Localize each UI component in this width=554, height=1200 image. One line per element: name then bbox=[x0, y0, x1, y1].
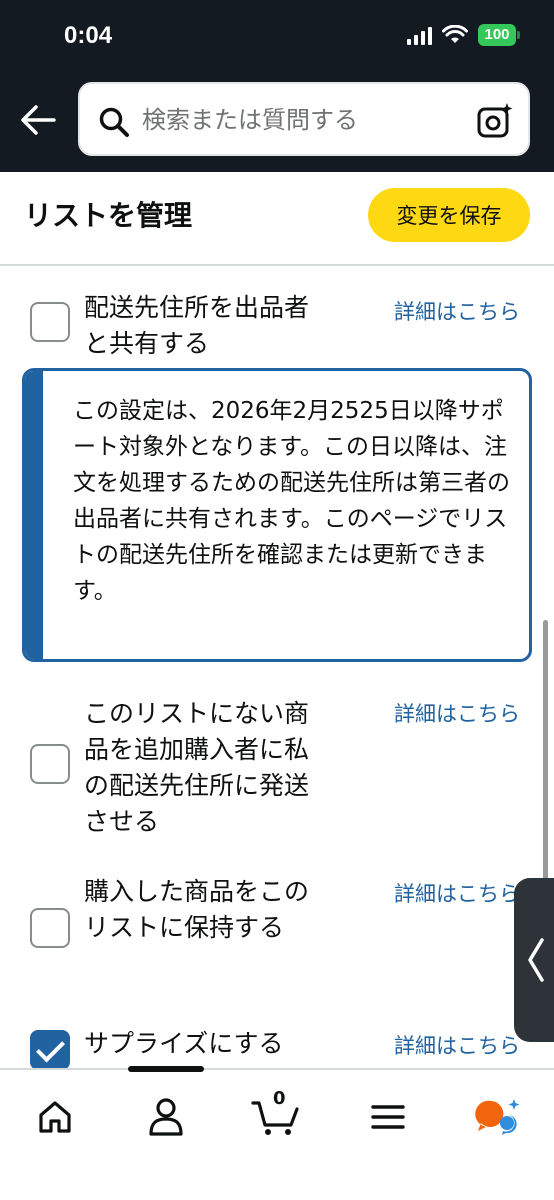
account-icon bbox=[149, 1098, 183, 1136]
setting-label: このリストにない商品を追加購入者に私の配送先住所に発送させる bbox=[84, 699, 310, 836]
search-icon bbox=[99, 107, 129, 137]
assistant-icon bbox=[475, 1099, 520, 1135]
search-input[interactable] bbox=[142, 102, 462, 138]
wifi-icon bbox=[442, 25, 468, 43]
menu-icon bbox=[371, 1105, 405, 1129]
learn-more-link[interactable]: 詳細はこちら bbox=[394, 1030, 520, 1060]
scrollbar[interactable] bbox=[543, 620, 548, 920]
learn-more-link[interactable]: 詳細はこちら bbox=[394, 878, 520, 908]
nav-home[interactable] bbox=[25, 1092, 85, 1142]
page-header: リストを管理 変更を保存 bbox=[0, 172, 554, 266]
keep-purchased-checkbox[interactable] bbox=[30, 908, 70, 948]
chevron-left-icon bbox=[528, 938, 544, 982]
top-bar: 0:04 100 bbox=[0, 0, 554, 172]
learn-more-link[interactable]: 詳細はこちら bbox=[394, 698, 520, 728]
status-time: 0:04 bbox=[64, 22, 113, 49]
cart-count-badge: 0 bbox=[273, 1088, 286, 1109]
home-icon bbox=[39, 1101, 71, 1133]
learn-more-link[interactable]: 詳細はこちら bbox=[394, 296, 520, 326]
camera-icon[interactable] bbox=[476, 102, 514, 140]
page-title: リストを管理 bbox=[24, 199, 193, 232]
bottom-nav: 0 bbox=[0, 1066, 554, 1200]
setting-label: 購入した商品をこのリストに保持する bbox=[84, 877, 310, 942]
nav-cart[interactable]: 0 bbox=[246, 1088, 306, 1142]
nav-assistant[interactable] bbox=[468, 1092, 528, 1142]
back-arrow-icon bbox=[21, 105, 56, 135]
signal-icon bbox=[407, 25, 432, 45]
save-changes-button[interactable]: 変更を保存 bbox=[368, 188, 530, 242]
notice-text: この設定は、2026年2月2525日以降サポート対象外となります。この日以降は、… bbox=[73, 398, 510, 604]
search-bar[interactable] bbox=[78, 82, 530, 156]
back-button[interactable] bbox=[18, 100, 58, 140]
setting-label: サプライズにする bbox=[84, 1029, 284, 1058]
setting-label: 配送先住所を出品者と共有する bbox=[84, 293, 310, 358]
allow-gift-purchase-checkbox[interactable] bbox=[30, 744, 70, 784]
side-panel-tab[interactable] bbox=[514, 878, 554, 1042]
info-notice: この設定は、2026年2月2525日以降サポート対象外となります。この日以降は、… bbox=[22, 368, 532, 662]
nav-menu[interactable] bbox=[358, 1092, 418, 1142]
status-icons: 100 bbox=[407, 24, 520, 46]
active-tab-indicator bbox=[128, 1066, 204, 1072]
share-address-checkbox[interactable] bbox=[30, 302, 70, 342]
nav-account[interactable] bbox=[136, 1092, 196, 1142]
surprise-checkbox[interactable] bbox=[30, 1030, 70, 1070]
battery-indicator: 100 bbox=[478, 24, 520, 46]
notice-accent-bar bbox=[25, 371, 43, 659]
